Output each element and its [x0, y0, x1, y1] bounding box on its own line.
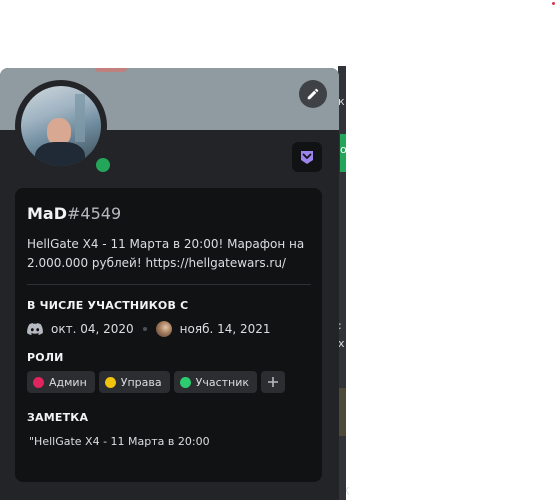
pencil-icon — [307, 88, 319, 100]
member-since-title: В ЧИСЛЕ УЧАСТНИКОВ С — [27, 299, 189, 312]
nitro-badge[interactable] — [292, 142, 322, 172]
separator-dot — [142, 327, 147, 331]
background-text: о — [340, 143, 347, 156]
role-admin[interactable]: Админ — [27, 371, 95, 393]
banner-accent — [95, 68, 127, 72]
avatar-image — [21, 86, 101, 166]
server-member-date: нояб. 14, 2021 — [179, 322, 271, 336]
server-icon — [155, 321, 172, 337]
role-color-dot — [33, 376, 44, 388]
note-title: ЗАМЕТКА — [27, 411, 89, 424]
plus-icon — [268, 377, 279, 387]
role-uprava[interactable]: Управа — [98, 371, 170, 393]
role-label: Участник — [195, 375, 250, 389]
role-label: Управа — [120, 375, 162, 389]
edit-profile-button[interactable] — [299, 80, 327, 108]
note-input[interactable]: "HellGate X4 - 11 Марта в 20:00 — [29, 435, 210, 448]
nitro-chevron-icon — [301, 151, 313, 164]
corner-mark — [552, 2, 555, 5]
member-since-row: окт. 04, 2020 нояб. 14, 2021 — [27, 321, 271, 337]
status-indicator — [91, 153, 115, 177]
user-profile-popout: MaD#4549 HellGate X4 - 11 Марта в 20:00!… — [0, 68, 339, 500]
role-color-dot — [179, 376, 191, 388]
divider — [27, 284, 311, 285]
profile-info-card: MaD#4549 HellGate X4 - 11 Марта в 20:00!… — [15, 188, 322, 482]
role-color-dot — [104, 376, 116, 388]
role-label: Админ — [49, 375, 87, 389]
about-me-text: HellGate X4 - 11 Марта в 20:00! Марафон … — [27, 237, 305, 270]
online-status-icon — [96, 158, 110, 172]
add-role-button[interactable] — [261, 371, 286, 393]
username-discriminator: #4549 — [67, 204, 122, 223]
username-name: MaD — [27, 204, 67, 223]
avatar[interactable] — [15, 80, 115, 177]
roles-list: Админ Управа Участник — [27, 371, 286, 393]
background-embed — [339, 388, 346, 436]
discord-logo-icon — [27, 323, 43, 335]
roles-title: РОЛИ — [27, 351, 64, 364]
discord-member-date: окт. 04, 2020 — [51, 322, 134, 336]
username[interactable]: MaD#4549 — [27, 204, 121, 224]
role-member[interactable]: Участник — [173, 371, 258, 393]
